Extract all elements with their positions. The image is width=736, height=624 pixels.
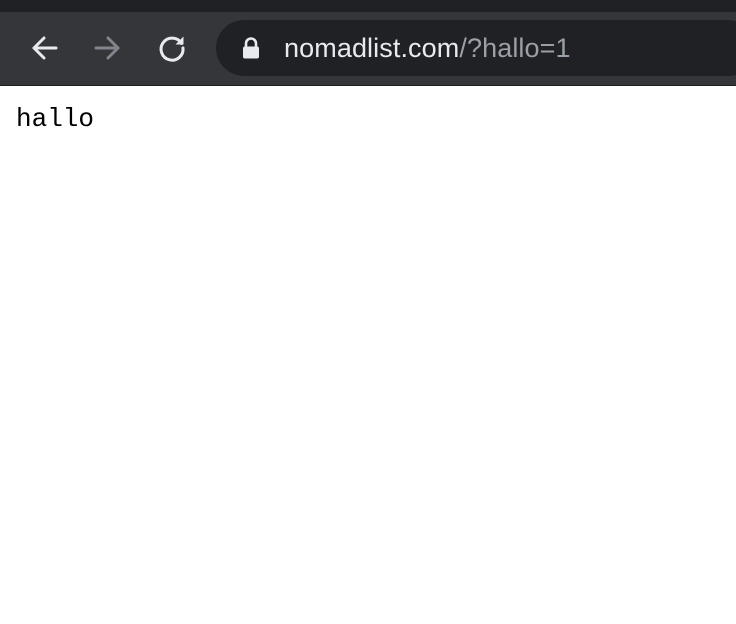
tab-strip — [0, 0, 736, 12]
address-bar[interactable]: nomadlist.com/?hallo=1 — [216, 20, 736, 76]
arrow-right-icon — [93, 33, 123, 63]
page-body-text: hallo — [16, 104, 95, 134]
url-path: /?hallo=1 — [459, 32, 571, 63]
reload-button[interactable] — [150, 26, 194, 70]
back-button[interactable] — [22, 26, 66, 70]
url-host: nomadlist.com — [284, 32, 460, 63]
reload-icon — [157, 33, 187, 63]
browser-toolbar: nomadlist.com/?hallo=1 — [0, 12, 736, 86]
lock-icon[interactable] — [242, 37, 260, 59]
browser-window: nomadlist.com/?hallo=1 hallo — [0, 0, 736, 624]
arrow-left-icon — [29, 33, 59, 63]
forward-button[interactable] — [86, 26, 130, 70]
page-content: hallo — [0, 86, 736, 624]
url-text[interactable]: nomadlist.com/?hallo=1 — [284, 32, 571, 63]
